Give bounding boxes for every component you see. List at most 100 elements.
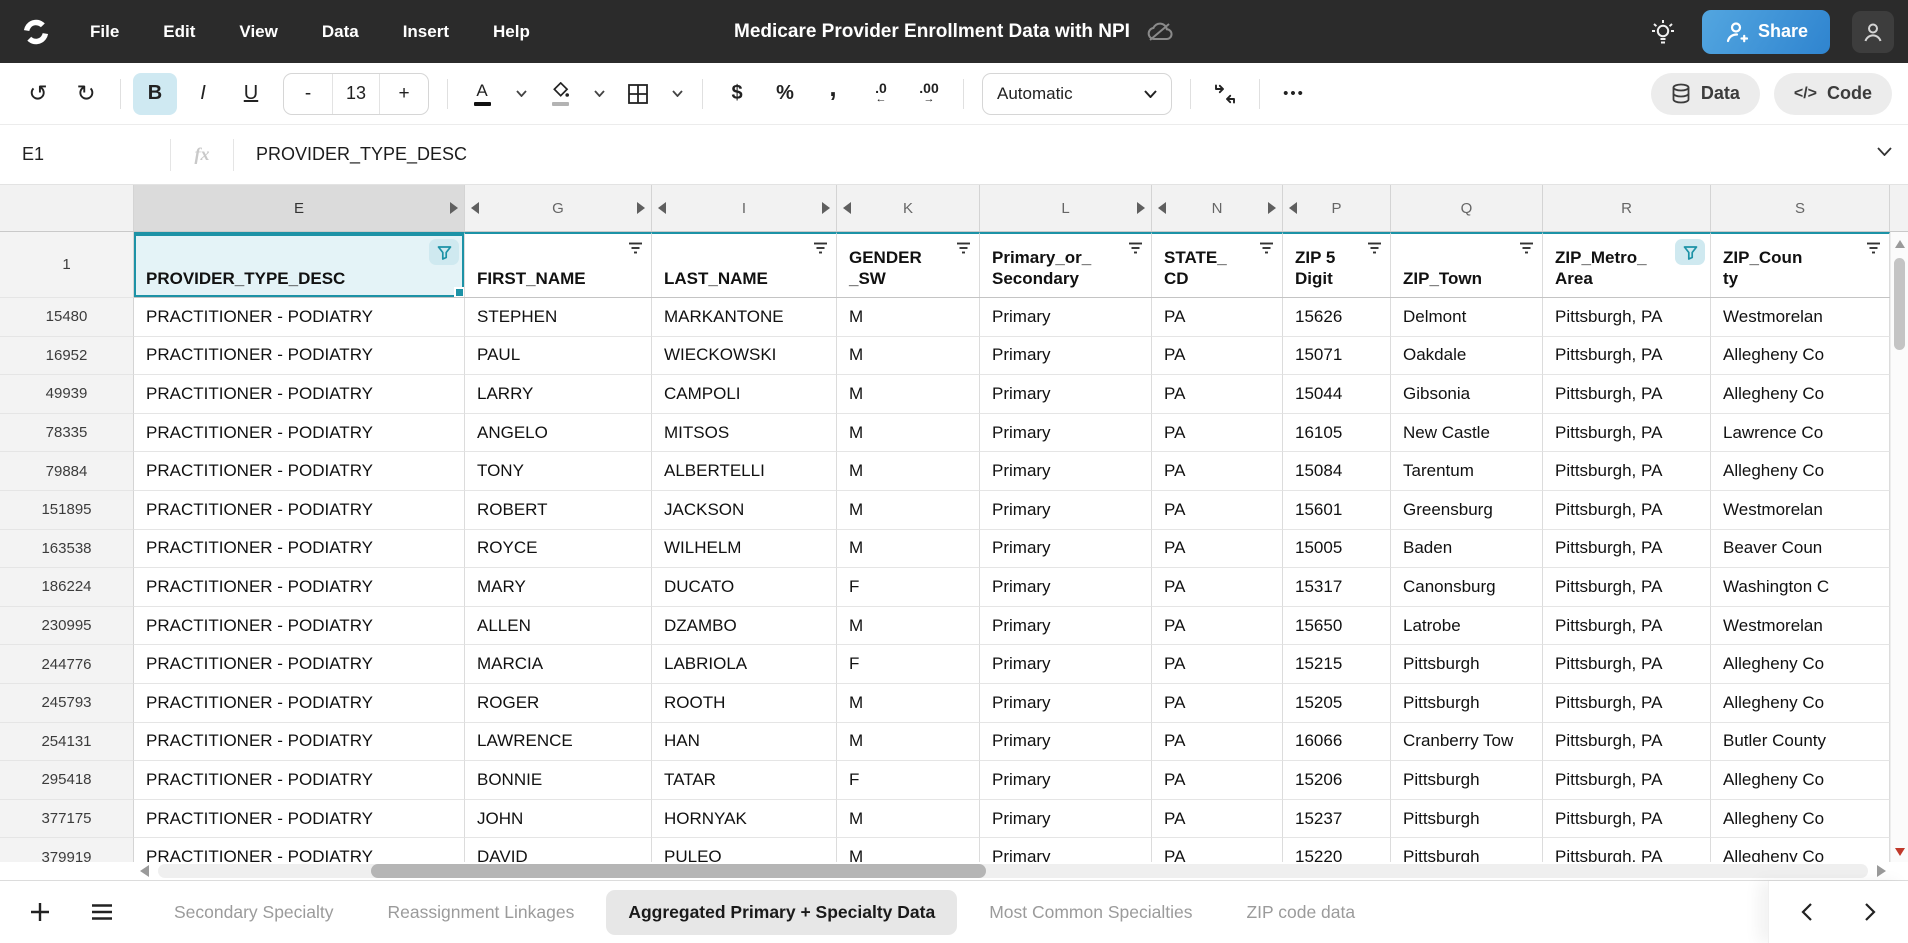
row-number[interactable]: 79884 xyxy=(0,452,134,491)
cell-E-row5[interactable]: PRACTITIONER - PODIATRY xyxy=(134,414,465,453)
cell-N-row3[interactable]: PA xyxy=(1152,337,1283,376)
cell-L-row4[interactable]: Primary xyxy=(980,375,1152,414)
sheet-tab-zip-code-data[interactable]: ZIP code data xyxy=(1224,890,1377,935)
cell-N-row11[interactable]: PA xyxy=(1152,645,1283,684)
cell-Q-row9[interactable]: Canonsburg xyxy=(1391,568,1543,607)
sheet-tab-reassignment-linkages[interactable]: Reassignment Linkages xyxy=(366,890,597,935)
cell-R-row9[interactable]: Pittsburgh, PA xyxy=(1543,568,1711,607)
cell-Q-row12[interactable]: Pittsburgh xyxy=(1391,684,1543,723)
cell-G-row6[interactable]: TONY xyxy=(465,452,652,491)
cell-N-row5[interactable]: PA xyxy=(1152,414,1283,453)
cell-E-row14[interactable]: PRACTITIONER - PODIATRY xyxy=(134,761,465,800)
cell-L-row14[interactable]: Primary xyxy=(980,761,1152,800)
column-header-G[interactable]: G xyxy=(465,185,652,231)
unhide-column-arrow-icon[interactable] xyxy=(471,202,479,214)
cell-P-row6[interactable]: 15084 xyxy=(1283,452,1391,491)
cell-G-row9[interactable]: MARY xyxy=(465,568,652,607)
cell-E-row12[interactable]: PRACTITIONER - PODIATRY xyxy=(134,684,465,723)
tabs-scroll-left-button[interactable] xyxy=(1792,897,1822,927)
select-all-corner[interactable] xyxy=(0,185,134,231)
cell-K-row2[interactable]: M xyxy=(837,298,980,337)
cell-I-row9[interactable]: DUCATO xyxy=(652,568,837,607)
cell-G-row4[interactable]: LARRY xyxy=(465,375,652,414)
column-header-S[interactable]: S xyxy=(1711,185,1890,231)
cell-E-row8[interactable]: PRACTITIONER - PODIATRY xyxy=(134,530,465,569)
header-cell-Q1[interactable]: ZIP_Town xyxy=(1391,232,1543,297)
formula-bar-expand-button[interactable] xyxy=(1877,147,1892,156)
cell-N-row15[interactable]: PA xyxy=(1152,800,1283,839)
fill-color-button[interactable] xyxy=(538,73,582,115)
cell-I-row11[interactable]: LABRIOLA xyxy=(652,645,837,684)
cell-L-row7[interactable]: Primary xyxy=(980,491,1152,530)
filter-icon[interactable] xyxy=(955,241,972,255)
cell-R-row3[interactable]: Pittsburgh, PA xyxy=(1543,337,1711,376)
cell-L-row10[interactable]: Primary xyxy=(980,607,1152,646)
unhide-column-arrow-icon[interactable] xyxy=(843,202,851,214)
swap-formula-button[interactable] xyxy=(1203,73,1247,115)
lightbulb-icon[interactable] xyxy=(1646,15,1680,49)
cell-K-row16[interactable]: M xyxy=(837,838,980,862)
sheet-list-menu-button[interactable] xyxy=(80,890,124,934)
cell-Q-row5[interactable]: New Castle xyxy=(1391,414,1543,453)
active-filter-badge[interactable] xyxy=(429,239,459,265)
row-number[interactable]: 186224 xyxy=(0,568,134,607)
header-cell-I1[interactable]: LAST_NAME xyxy=(652,232,837,297)
avatar[interactable] xyxy=(1852,11,1894,53)
cell-Q-row6[interactable]: Tarentum xyxy=(1391,452,1543,491)
cell-L-row2[interactable]: Primary xyxy=(980,298,1152,337)
cell-P-row9[interactable]: 15317 xyxy=(1283,568,1391,607)
increase-decimals-button[interactable]: .00 → xyxy=(907,73,951,115)
cell-S-row4[interactable]: Allegheny Co xyxy=(1711,375,1890,414)
cell-K-row12[interactable]: M xyxy=(837,684,980,723)
header-cell-E1[interactable]: PROVIDER_TYPE_DESC xyxy=(134,232,465,297)
cell-P-row15[interactable]: 15237 xyxy=(1283,800,1391,839)
cell-K-row11[interactable]: F xyxy=(837,645,980,684)
number-format-select[interactable]: Automatic xyxy=(982,73,1172,115)
cell-P-row16[interactable]: 15220 xyxy=(1283,838,1391,862)
cell-I-row3[interactable]: WIECKOWSKI xyxy=(652,337,837,376)
column-header-N[interactable]: N xyxy=(1152,185,1283,231)
cell-S-row13[interactable]: Butler County xyxy=(1711,723,1890,762)
cell-K-row6[interactable]: M xyxy=(837,452,980,491)
cell-S-row6[interactable]: Allegheny Co xyxy=(1711,452,1890,491)
cell-E-row2[interactable]: PRACTITIONER - PODIATRY xyxy=(134,298,465,337)
filter-icon[interactable] xyxy=(1865,241,1882,255)
cell-P-row11[interactable]: 15215 xyxy=(1283,645,1391,684)
cell-R-row2[interactable]: Pittsburgh, PA xyxy=(1543,298,1711,337)
cell-R-row11[interactable]: Pittsburgh, PA xyxy=(1543,645,1711,684)
more-options-button[interactable]: ••• xyxy=(1272,73,1316,115)
data-view-button[interactable]: Data xyxy=(1651,73,1760,115)
cell-S-row12[interactable]: Allegheny Co xyxy=(1711,684,1890,723)
cell-L-row9[interactable]: Primary xyxy=(980,568,1152,607)
cell-P-row2[interactable]: 15626 xyxy=(1283,298,1391,337)
row-number[interactable]: 16952 xyxy=(0,337,134,376)
cell-P-row13[interactable]: 16066 xyxy=(1283,723,1391,762)
cell-R-row14[interactable]: Pittsburgh, PA xyxy=(1543,761,1711,800)
vertical-scrollbar[interactable] xyxy=(1890,232,1908,862)
menu-item-view[interactable]: View xyxy=(217,12,299,52)
header-cell-R1[interactable]: ZIP_Metro_ Area xyxy=(1543,232,1711,297)
cell-S-row7[interactable]: Westmorelan xyxy=(1711,491,1890,530)
cell-N-row2[interactable]: PA xyxy=(1152,298,1283,337)
unhide-column-arrow-icon[interactable] xyxy=(1268,202,1276,214)
scroll-down-arrow-icon[interactable] xyxy=(1895,848,1905,856)
currency-format-button[interactable]: $ xyxy=(715,73,759,115)
column-header-I[interactable]: I xyxy=(652,185,837,231)
cell-I-row14[interactable]: TATAR xyxy=(652,761,837,800)
cell-Q-row10[interactable]: Latrobe xyxy=(1391,607,1543,646)
cell-G-row15[interactable]: JOHN xyxy=(465,800,652,839)
cell-N-row13[interactable]: PA xyxy=(1152,723,1283,762)
cell-L-row12[interactable]: Primary xyxy=(980,684,1152,723)
cell-L-row16[interactable]: Primary xyxy=(980,838,1152,862)
cell-I-row6[interactable]: ALBERTELLI xyxy=(652,452,837,491)
cell-Q-row4[interactable]: Gibsonia xyxy=(1391,375,1543,414)
row-number[interactable]: 15480 xyxy=(0,298,134,337)
cell-G-row7[interactable]: ROBERT xyxy=(465,491,652,530)
unhide-column-arrow-icon[interactable] xyxy=(1289,202,1297,214)
borders-button[interactable] xyxy=(616,73,660,115)
cell-I-row16[interactable]: PULEO xyxy=(652,838,837,862)
cell-Q-row14[interactable]: Pittsburgh xyxy=(1391,761,1543,800)
cell-S-row11[interactable]: Allegheny Co xyxy=(1711,645,1890,684)
cell-P-row12[interactable]: 15205 xyxy=(1283,684,1391,723)
cell-L-row13[interactable]: Primary xyxy=(980,723,1152,762)
